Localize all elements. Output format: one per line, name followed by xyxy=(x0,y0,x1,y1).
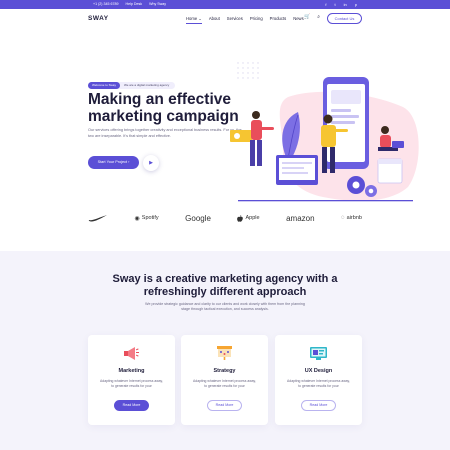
brand-airbnb-name: airbnb xyxy=(346,215,362,221)
top-bar-contacts: +1 (2) 345 6789 Help Desk Why Sway xyxy=(93,1,166,8)
twitter-icon[interactable]: t xyxy=(335,1,336,8)
service-card-marketing: Marketing Adapting whatever Internet pro… xyxy=(88,335,175,425)
nav-pricing[interactable]: Pricing xyxy=(250,16,263,21)
nav-home[interactable]: Home ⌄ xyxy=(186,16,202,24)
contact-us-button[interactable]: Contact Us xyxy=(327,13,362,24)
play-video-button[interactable]: ▶ xyxy=(143,155,159,171)
nike-logo-icon xyxy=(88,215,107,222)
brand-nike xyxy=(88,214,108,222)
brand-amazon-name: amazon xyxy=(286,213,315,223)
apple-icon xyxy=(237,214,244,222)
linkedin-icon[interactable]: in xyxy=(344,1,347,8)
hero-tag-text: We are a digital marketing agency xyxy=(123,83,170,87)
brand-google-name: Google xyxy=(185,213,211,223)
main-nav: Home ⌄ About Services Pricing Products N… xyxy=(186,16,304,24)
spotify-icon: ◉ xyxy=(134,215,140,222)
read-more-button[interactable]: Read More xyxy=(207,400,242,411)
brand-spotify-name: Spotify xyxy=(141,215,159,221)
nav-products[interactable]: Products xyxy=(270,16,287,21)
top-bar: +1 (2) 345 6789 Help Desk Why Sway f t i… xyxy=(0,0,450,9)
brand-amazon: amazon xyxy=(286,214,314,223)
header-icons: 🛒 ⌕ xyxy=(304,14,320,20)
airbnb-icon: ◌ xyxy=(341,215,345,221)
card-description: Adapting whatever Internet process away,… xyxy=(287,379,350,388)
card-title: UX Design xyxy=(304,368,333,374)
play-icon: ▶ xyxy=(149,160,153,166)
nav-services[interactable]: Services xyxy=(227,16,243,21)
service-card-strategy: Strategy Adapting whatever Internet proc… xyxy=(181,335,268,425)
hero-description: Our services offering brings together cr… xyxy=(88,128,242,138)
cart-icon[interactable]: 🛒 xyxy=(304,14,310,20)
site-logo[interactable]: SWAY xyxy=(88,15,109,22)
top-bar-phone[interactable]: +1 (2) 345 6789 xyxy=(93,1,118,8)
read-more-button[interactable]: Read More xyxy=(301,400,336,411)
person-left-head xyxy=(252,111,260,119)
banner-shape xyxy=(230,130,252,142)
about-description: We provide strategic guidance and clarit… xyxy=(145,302,305,312)
search-icon[interactable]: ⌕ xyxy=(317,14,320,20)
card-title: Strategy xyxy=(213,368,236,374)
brand-google: Google xyxy=(185,214,211,223)
brand-airbnb: ◌ airbnb xyxy=(341,215,362,221)
service-card-ux-design: UX Design Adapting whatever Internet pro… xyxy=(275,335,362,425)
why-sway-link[interactable]: Why Sway xyxy=(149,1,166,8)
brand-apple-name: Apple xyxy=(245,215,260,221)
card-description: Adapting whatever Internet process away,… xyxy=(100,379,163,388)
person-right-head xyxy=(381,126,389,134)
nav-news[interactable]: News xyxy=(293,16,303,21)
hero-tag-pill: Welcome to Sway xyxy=(88,82,120,89)
site-header: SWAY Home ⌄ About Services Pricing Produ… xyxy=(0,9,450,29)
hero-tag: Welcome to Sway We are a digital marketi… xyxy=(88,82,176,89)
card-description: Adapting whatever Internet process away,… xyxy=(193,379,256,388)
brand-spotify: ◉ Spotify xyxy=(135,215,159,222)
social-links: f t in p xyxy=(325,1,357,8)
person-center-head xyxy=(323,114,333,124)
help-desk-link[interactable]: Help Desk xyxy=(125,1,142,8)
about-title: Sway is a creative marketing agency with… xyxy=(112,273,338,298)
read-more-button[interactable]: Read More xyxy=(114,400,149,411)
about-section: Sway is a creative marketing agency with… xyxy=(0,251,450,450)
service-cards: Marketing Adapting whatever Internet pro… xyxy=(88,335,362,425)
dot-pattern xyxy=(237,62,259,79)
brand-apple: Apple xyxy=(237,214,260,222)
pinterest-icon[interactable]: p xyxy=(355,1,357,8)
hero-section: Welcome to Sway We are a digital marketi… xyxy=(0,29,450,202)
hero-illustration xyxy=(230,62,419,202)
megaphone-icon xyxy=(124,347,139,360)
nav-about[interactable]: About xyxy=(209,16,220,21)
facebook-icon[interactable]: f xyxy=(325,1,326,8)
brand-logos: ◉ Spotify Google Apple amazon ◌ airbnb xyxy=(88,206,362,230)
start-project-button[interactable]: Start Your Project › xyxy=(88,156,139,169)
strategy-board-icon xyxy=(217,346,232,360)
card-title: Marketing xyxy=(118,368,145,374)
ux-design-icon xyxy=(310,347,327,360)
